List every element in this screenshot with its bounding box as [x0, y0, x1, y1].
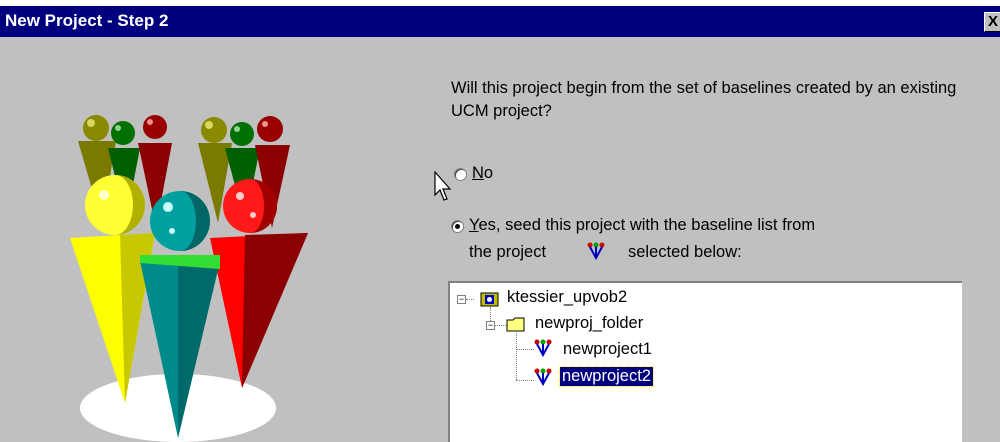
tree-expander[interactable]: − — [486, 321, 495, 330]
window-title: New Project - Step 2 — [5, 11, 169, 30]
tree-item-folder[interactable]: newproj_folder — [535, 314, 643, 333]
project-people-illustration — [70, 115, 308, 442]
tree-item-vob[interactable]: ktessier_upvob2 — [507, 288, 627, 307]
no-radio-label[interactable]: No — [472, 164, 493, 183]
project-tree[interactable]: − ktessier_upvob2 − newproj_folder newpr… — [448, 281, 962, 442]
tree-item-project-selected[interactable]: newproject2 — [559, 366, 654, 387]
project-icon — [587, 242, 605, 260]
yes-radio-label-line2-end: selected below: — [628, 243, 742, 261]
seed-question-text: Will this project begin from the set of … — [451, 79, 957, 120]
folder-icon — [506, 317, 525, 332]
yes-radio-label[interactable]: Yes, seed this project with the baseline… — [469, 216, 815, 235]
red-figure — [210, 179, 308, 388]
tree-expander[interactable]: − — [457, 295, 466, 304]
mouse-cursor-icon — [434, 171, 452, 201]
project-icon — [534, 368, 552, 386]
project-icon — [534, 339, 552, 357]
title-bar[interactable]: New Project - Step 2 X — [0, 6, 1000, 37]
yes-radio-label-line2: the project — [469, 243, 547, 261]
vob-icon — [480, 292, 499, 307]
yes-radio[interactable] — [451, 220, 464, 233]
no-radio[interactable] — [454, 168, 467, 181]
dialog-window: New Project - Step 2 X Will this project… — [0, 6, 1000, 442]
yellow-figure — [70, 175, 155, 403]
close-button[interactable]: X — [984, 12, 1000, 32]
tree-item-project[interactable]: newproject1 — [563, 340, 652, 359]
